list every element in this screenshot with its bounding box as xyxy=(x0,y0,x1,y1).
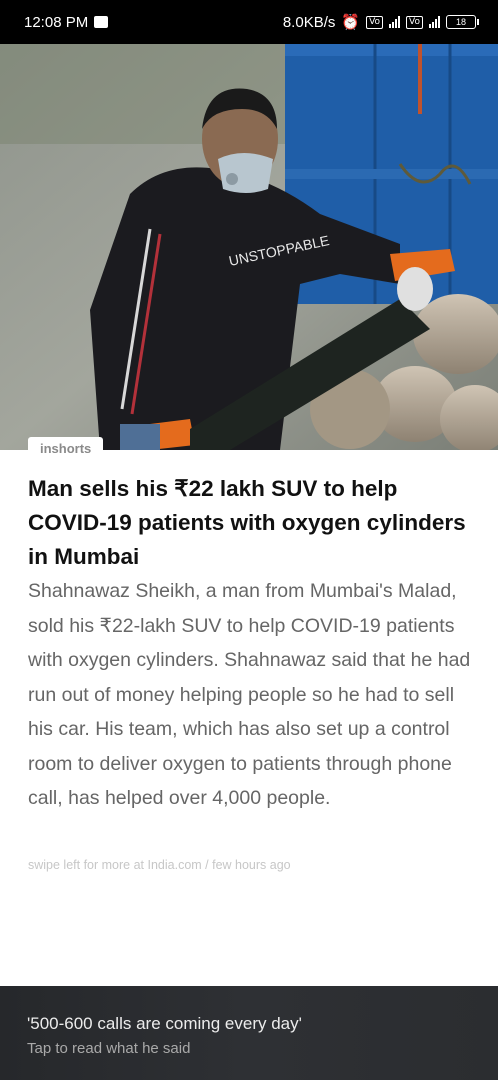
volte-icon-2: Vo xyxy=(406,15,423,29)
article-headline[interactable]: Man sells his ₹22 lakh SUV to help COVID… xyxy=(28,472,473,574)
read-more-footer[interactable]: '500-600 calls are coming every day' Tap… xyxy=(0,986,498,1080)
status-bar-left: 12:08 PM xyxy=(24,13,109,31)
status-bar-right: 8.0KB/s ⏰ Vo Vo 18 xyxy=(282,13,479,31)
status-bar: 12:08 PM 8.0KB/s ⏰ Vo Vo 18 xyxy=(0,0,498,44)
signal-icon xyxy=(389,16,401,28)
photo-illustration: UNSTOPPABLE xyxy=(0,44,498,450)
article-body: Shahnawaz Sheikh, a man from Mumbai's Ma… xyxy=(28,580,471,809)
battery-icon: 18 xyxy=(446,15,479,29)
4g-icon xyxy=(429,16,440,28)
alarm-icon: ⏰ xyxy=(341,14,361,31)
notification-icon xyxy=(94,16,109,28)
source-badge: inshorts xyxy=(28,437,104,460)
footer-subtitle: Tap to read what he said xyxy=(27,1040,191,1057)
network-speed: 8.0KB/s xyxy=(282,13,336,31)
article-byline[interactable]: swipe left for more at India.com / few h… xyxy=(28,858,291,872)
footer-title: '500-600 calls are coming every day' xyxy=(27,1014,302,1033)
news-card[interactable]: UNSTOPPABLE inshorts Man sells his ₹22 l… xyxy=(0,44,498,986)
article-photo[interactable]: UNSTOPPABLE xyxy=(0,44,498,450)
clock: 12:08 PM xyxy=(24,13,89,31)
volte-icon: Vo xyxy=(366,15,384,29)
